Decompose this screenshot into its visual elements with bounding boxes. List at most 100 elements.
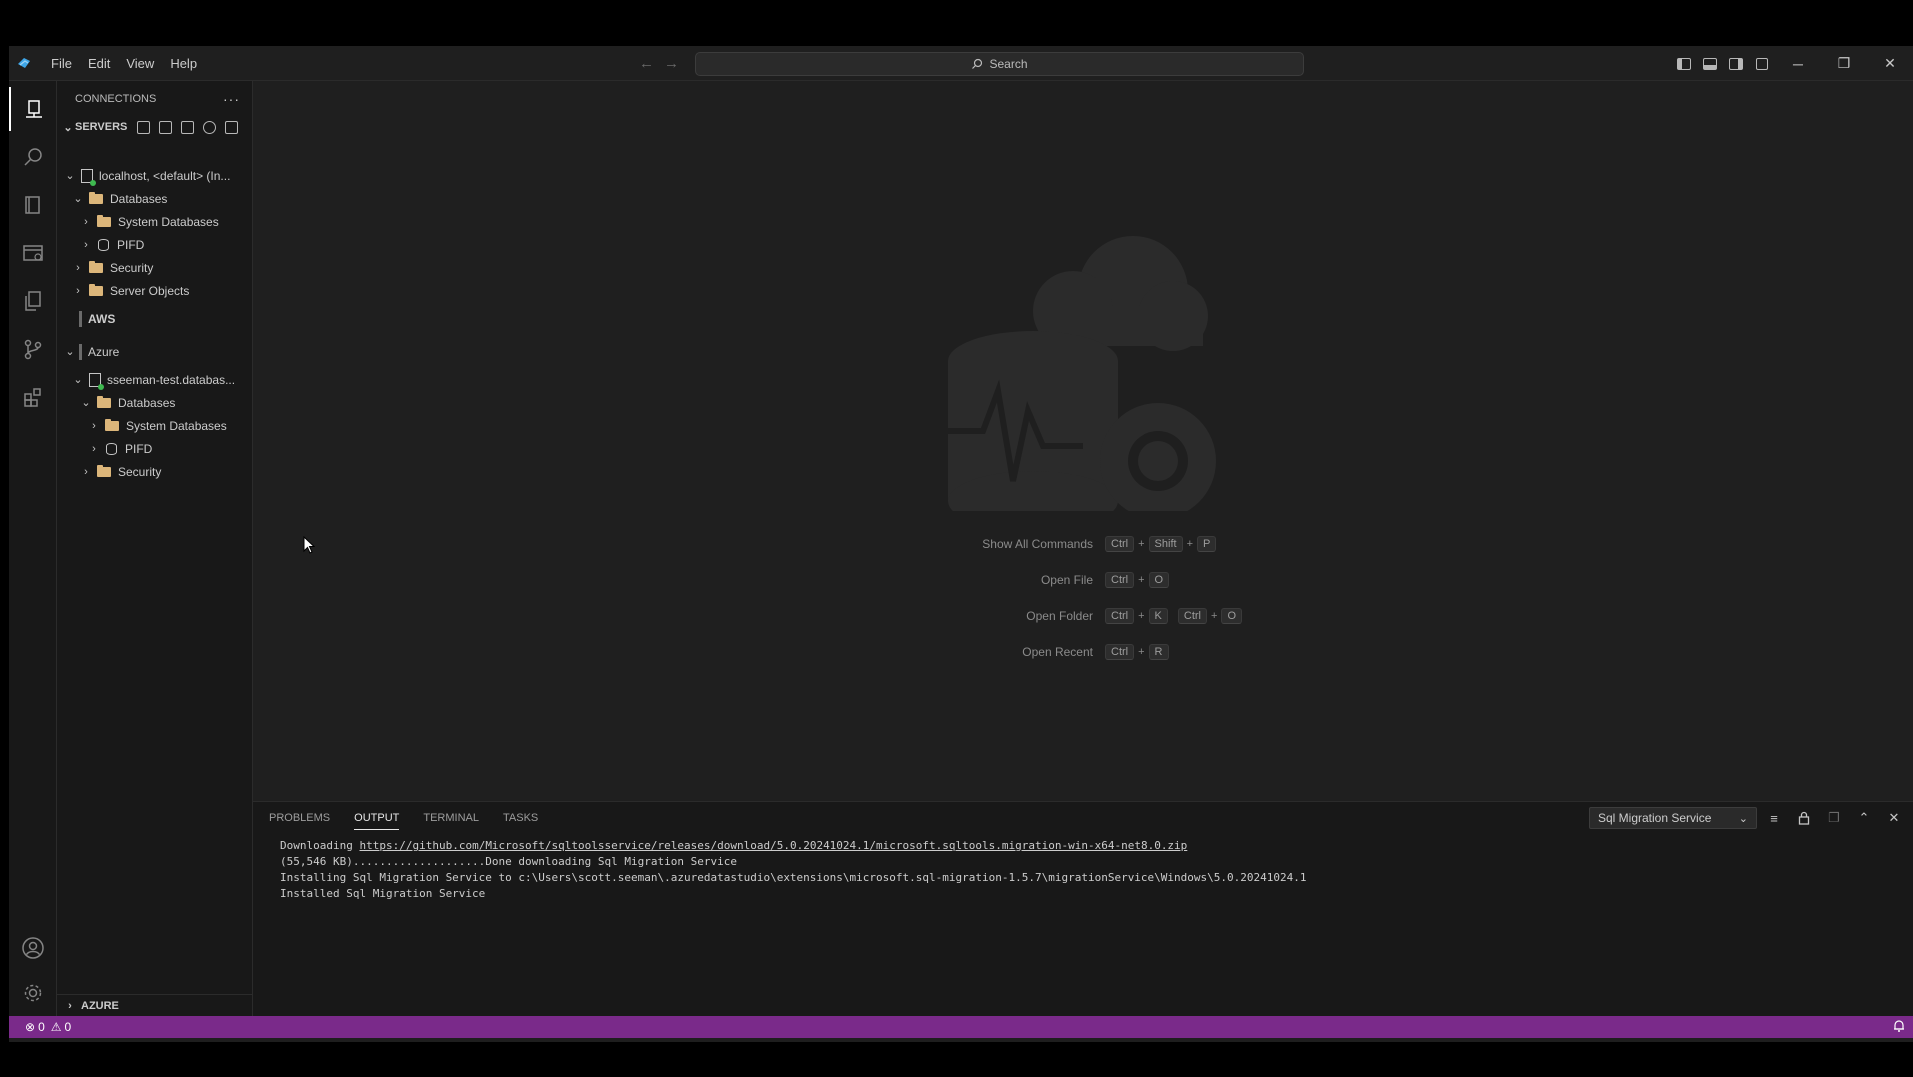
tree-label: Security bbox=[118, 464, 162, 479]
source-control-icon[interactable] bbox=[9, 327, 57, 371]
toggle-panel-icon[interactable] bbox=[1697, 46, 1723, 81]
tree-label: Databases bbox=[110, 191, 168, 206]
tab-terminal[interactable]: TERMINAL bbox=[423, 802, 479, 834]
menu-edit[interactable]: Edit bbox=[80, 46, 118, 81]
notifications-bell-icon[interactable] bbox=[1893, 1019, 1905, 1035]
back-arrow-icon[interactable]: ← bbox=[639, 55, 654, 72]
tree-folder-server-objects[interactable]: › Server Objects bbox=[57, 279, 189, 302]
settings-gear-icon[interactable] bbox=[9, 971, 57, 1015]
tree-label: Azure bbox=[88, 344, 120, 359]
new-server-group-icon[interactable] bbox=[159, 120, 173, 134]
azure-section-header[interactable]: › AZURE bbox=[57, 994, 253, 1016]
menu-bar: File Edit View Help bbox=[43, 46, 205, 81]
restore-button[interactable]: ❐ bbox=[1821, 46, 1867, 81]
chevron-down-icon: ⌄ bbox=[73, 374, 83, 386]
menu-file[interactable]: File bbox=[43, 46, 80, 81]
database-icon bbox=[106, 442, 117, 455]
customize-layout-icon[interactable] bbox=[1749, 46, 1775, 81]
clear-output-icon[interactable]: ≡ bbox=[1761, 807, 1787, 829]
maximize-panel-icon[interactable]: ⌃ bbox=[1851, 807, 1877, 829]
menu-help[interactable]: Help bbox=[162, 46, 205, 81]
tree-folder-databases[interactable]: ⌄ Databases bbox=[57, 391, 175, 414]
more-actions-icon[interactable]: ··· bbox=[223, 91, 240, 107]
sidebar-title: CONNECTIONS bbox=[75, 92, 157, 105]
folder-icon bbox=[97, 395, 111, 408]
tree-group-azure[interactable]: ⌄ Azure bbox=[57, 340, 119, 363]
tree-folder-security[interactable]: › Security bbox=[57, 460, 161, 483]
dashboard-icon[interactable] bbox=[9, 231, 57, 275]
keycap: Ctrl bbox=[1105, 536, 1135, 552]
warning-icon: ⚠ bbox=[50, 1020, 62, 1034]
activity-bar bbox=[9, 81, 57, 1016]
tree-group-aws[interactable]: AWS bbox=[57, 307, 115, 330]
search-icon bbox=[972, 58, 983, 69]
keycap: O bbox=[1221, 608, 1242, 624]
tab-tasks[interactable]: TASKS bbox=[503, 802, 538, 834]
tree-folder-system-databases[interactable]: › System Databases bbox=[57, 414, 227, 437]
navigation-arrows: ← → bbox=[639, 46, 679, 81]
server-icon bbox=[81, 168, 96, 186]
accounts-icon[interactable] bbox=[9, 926, 57, 970]
tree-server-sseeman-test[interactable]: ⌄ sseeman-test.databas... bbox=[57, 368, 235, 391]
close-panel-icon[interactable]: ✕ bbox=[1881, 807, 1907, 829]
keycap: P bbox=[1197, 536, 1217, 552]
servers-section-header[interactable]: ⌄ SERVERS bbox=[57, 116, 252, 138]
shortcut-label: Open Recent bbox=[1022, 645, 1093, 659]
active-connections-icon[interactable] bbox=[203, 120, 217, 134]
tree-folder-system-databases[interactable]: › System Databases bbox=[57, 210, 219, 233]
azure-label: AZURE bbox=[81, 999, 119, 1012]
error-count: 0 bbox=[38, 1020, 45, 1034]
download-link[interactable]: https://github.com/Microsoft/sqltoolsser… bbox=[359, 839, 1187, 852]
chevron-right-icon: › bbox=[76, 284, 80, 297]
tree-folder-databases[interactable]: ⌄ Databases bbox=[57, 187, 167, 210]
output-line: Downloading https://github.com/Microsoft… bbox=[280, 838, 1913, 854]
folder-icon bbox=[89, 283, 103, 296]
output-text: Downloading bbox=[280, 839, 360, 852]
editor-area: Show All Commands Ctrl + Shift + P Open … bbox=[253, 81, 1913, 801]
connections-sidebar: CONNECTIONS ··· ⌄ SERVERS ⌄ localhost, <… bbox=[57, 81, 253, 1016]
group-color-bar bbox=[79, 343, 82, 360]
chevron-right-icon: › bbox=[84, 465, 88, 478]
shortcut-label: Show All Commands bbox=[982, 537, 1093, 551]
database-icon bbox=[98, 238, 109, 251]
close-window-button[interactable]: ✕ bbox=[1867, 46, 1913, 81]
minimize-button[interactable]: ─ bbox=[1775, 46, 1821, 81]
toggle-secondary-sidebar-icon[interactable] bbox=[1723, 46, 1749, 81]
search-icon[interactable] bbox=[9, 135, 57, 179]
tree-label: sseeman-test.databas... bbox=[107, 372, 236, 387]
tab-output[interactable]: OUTPUT bbox=[354, 802, 400, 834]
chevron-down-icon: ⌄ bbox=[73, 193, 83, 205]
tree-server-localhost[interactable]: ⌄ localhost, <default> (In... bbox=[57, 164, 230, 187]
extensions-icon[interactable] bbox=[9, 375, 57, 419]
keycap: K bbox=[1148, 608, 1168, 624]
problems-status[interactable]: ⊗ 0 ⚠ 0 bbox=[25, 1020, 71, 1034]
chevron-right-icon: › bbox=[84, 238, 88, 251]
chevron-right-icon: › bbox=[92, 419, 96, 432]
command-center-search[interactable]: Search bbox=[695, 52, 1304, 76]
folder-icon bbox=[97, 214, 111, 227]
explorer-icon[interactable] bbox=[9, 279, 57, 323]
lock-scroll-icon[interactable] bbox=[1791, 807, 1817, 829]
tree-folder-security[interactable]: › Security bbox=[57, 256, 153, 279]
chevron-right-icon: › bbox=[84, 215, 88, 228]
toggle-primary-sidebar-icon[interactable] bbox=[1671, 46, 1697, 81]
collapse-all-icon[interactable] bbox=[225, 120, 239, 134]
output-log: Downloading https://github.com/Microsoft… bbox=[253, 834, 1913, 902]
shortcut-open-folder: Open Folder Ctrl + K Ctrl + O bbox=[783, 598, 1383, 634]
copy-icon[interactable]: ❐ bbox=[1821, 807, 1847, 829]
azure-data-studio-logo-icon bbox=[9, 46, 39, 81]
tab-problems[interactable]: PROBLEMS bbox=[269, 802, 330, 834]
output-channel-select[interactable]: Sql Migration Service ⌄ bbox=[1589, 807, 1757, 829]
shortcut-open-recent: Open Recent Ctrl + R bbox=[783, 634, 1383, 670]
notebook-icon[interactable] bbox=[9, 183, 57, 227]
servers-toolbar bbox=[137, 120, 239, 134]
new-connection-icon[interactable] bbox=[137, 120, 151, 134]
shortcut-label: Open File bbox=[1040, 573, 1093, 587]
tree-database-pifd[interactable]: › PIFD bbox=[57, 437, 152, 460]
forward-arrow-icon[interactable]: → bbox=[664, 55, 679, 72]
tree-database-pifd[interactable]: › PIFD bbox=[57, 233, 144, 256]
add-connection-icon[interactable] bbox=[181, 120, 195, 134]
keycap: Ctrl bbox=[1105, 608, 1135, 624]
connections-icon[interactable] bbox=[9, 87, 57, 131]
menu-view[interactable]: View bbox=[118, 46, 162, 81]
